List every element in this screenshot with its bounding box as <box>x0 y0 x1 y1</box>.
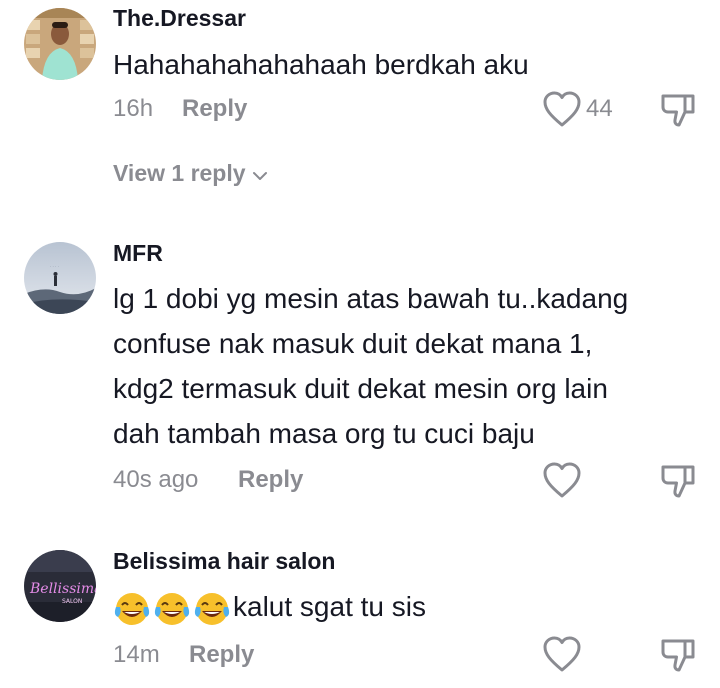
dislike-button[interactable] <box>658 461 698 501</box>
like-count: 44 <box>586 95 613 122</box>
avatar[interactable] <box>24 8 96 80</box>
reply-button[interactable]: Reply <box>238 466 303 494</box>
avatar-image: · · · · <box>24 242 96 314</box>
comment-timestamp: 14m <box>113 641 160 668</box>
comment-text-row: 😂😂😂 <box>113 584 703 629</box>
heart-outline-icon <box>542 461 582 499</box>
avatar-brand-subtext: SALON <box>62 598 82 605</box>
avatar-image: Bellissima SALON <box>24 550 96 622</box>
view-replies-button[interactable]: View 1 reply <box>113 160 268 187</box>
comment-timestamp: 16h <box>113 95 154 122</box>
comment-text-line: lg 1 dobi yg mesin atas bawah tu..kadang <box>113 283 629 314</box>
avatar[interactable]: · · · · <box>24 242 96 314</box>
tears-of-joy-emoji-icon <box>114 592 230 625</box>
like-button[interactable] <box>542 460 582 500</box>
thumbs-down-outline-icon <box>658 635 698 675</box>
laughing-emoji-icon: 😂😂😂 <box>113 608 114 609</box>
chevron-down-icon <box>246 160 268 187</box>
thumbs-down-outline-icon <box>658 90 698 130</box>
like-button[interactable]: 44 <box>542 89 613 129</box>
comment-username[interactable]: The.Dressar <box>113 5 246 32</box>
emoji-row: 😂😂😂 <box>113 590 233 628</box>
heart-outline-icon <box>542 635 582 673</box>
avatar[interactable]: Bellissima SALON <box>24 550 96 622</box>
comment-item: Bellissima SALON Belissima hair salon 😂😂… <box>0 540 720 688</box>
dislike-button[interactable] <box>658 90 698 130</box>
comment-item: · · · · MFR lg 1 dobi yg mesin atas bawa… <box>0 232 720 522</box>
heart-outline-icon <box>542 90 582 128</box>
comment-text-line: confuse nak masuk duit dekat mana 1, <box>113 328 593 359</box>
reply-button[interactable]: Reply <box>182 95 247 123</box>
comment-timestamp: 40s ago <box>113 466 199 493</box>
comment-username[interactable]: MFR <box>113 240 163 267</box>
comment-username[interactable]: Belissima hair salon <box>113 548 335 575</box>
dislike-button[interactable] <box>658 635 698 675</box>
reply-button[interactable]: Reply <box>189 641 254 669</box>
avatar-image <box>24 8 96 80</box>
view-replies-label: View 1 reply <box>113 160 246 186</box>
thumbs-down-outline-icon <box>658 461 698 501</box>
comment-text: Hahahahahahahaah berdkah aku <box>113 49 529 80</box>
comment-text-line: dah tambah masa org tu cuci baju <box>113 418 535 449</box>
like-button[interactable] <box>542 634 582 674</box>
svg-text:· · · ·: · · · · <box>50 264 59 269</box>
comment-text: kalut sgat tu sis <box>233 591 426 622</box>
comment-text-line: kdg2 termasuk duit dekat mesin org lain <box>113 373 608 404</box>
comment-item: The.Dressar Hahahahahahahaah berdkah aku… <box>0 0 720 220</box>
avatar-brand-text: Bellissima <box>29 581 96 597</box>
